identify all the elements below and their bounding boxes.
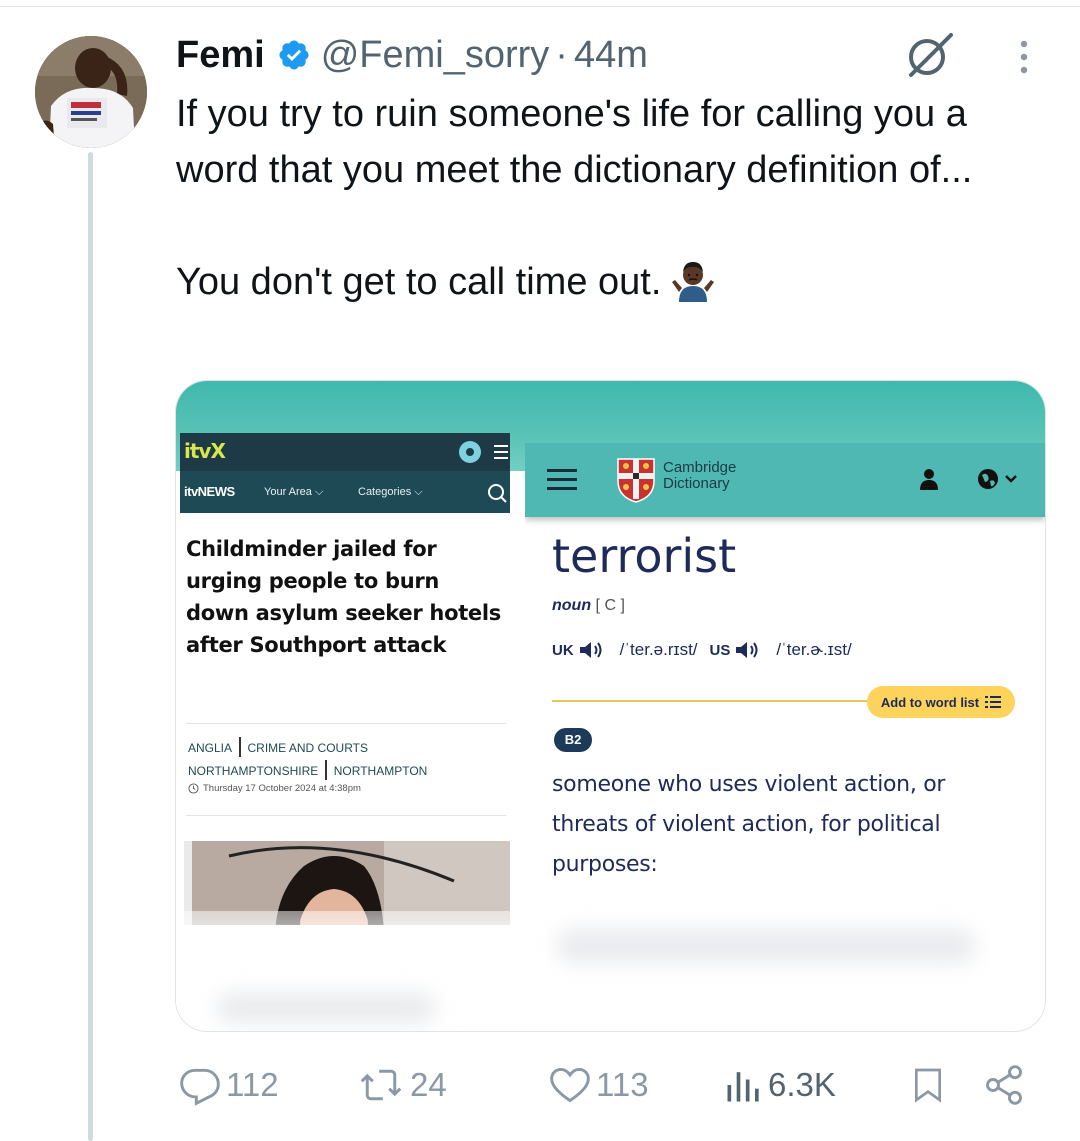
tweet-text-paragraph-1: If you try to ruin someone's life for ca… bbox=[176, 93, 973, 191]
tweet-text-paragraph-2: You don't get to call time out. bbox=[176, 254, 1056, 310]
speaker-icon bbox=[578, 639, 606, 661]
cambridge-top-bar: Cambridge Dictionary bbox=[525, 443, 1045, 517]
brand-line-1: Cambridge bbox=[663, 459, 737, 476]
thread-line bbox=[88, 152, 93, 1141]
level-badge: B2 bbox=[554, 728, 592, 752]
headword: terrorist bbox=[552, 529, 737, 583]
person-shrugging-emoji-icon bbox=[669, 256, 717, 304]
itv-nav-your-area: Your Area ⌵ bbox=[264, 486, 324, 498]
itv-top-bar: itvX bbox=[180, 433, 510, 471]
bookmark-button[interactable] bbox=[908, 1058, 950, 1112]
itv-tag: NORTHAMPTONSHIRE bbox=[188, 764, 319, 778]
author-name[interactable]: Femi bbox=[176, 34, 265, 77]
like-button[interactable]: 113 bbox=[546, 1058, 649, 1112]
globe-icon bbox=[976, 467, 1020, 491]
us-label: US bbox=[709, 641, 731, 659]
brand-line-2: Dictionary bbox=[663, 475, 730, 492]
reply-icon bbox=[180, 1068, 220, 1106]
grammar-code: [ C ] bbox=[595, 597, 625, 614]
itv-headline: Childminder jailed for urging people to … bbox=[186, 537, 501, 657]
heart-icon bbox=[550, 1067, 590, 1103]
views-button[interactable]: 6.3K bbox=[722, 1058, 836, 1112]
tweet-actions: 112 24 113 6.3K bbox=[176, 1058, 1046, 1112]
itv-account-icon bbox=[458, 440, 482, 464]
repost-count: 24 bbox=[410, 1066, 447, 1103]
avatar[interactable] bbox=[35, 36, 147, 148]
like-count: 113 bbox=[596, 1066, 649, 1103]
itv-news-screenshot: itvX itvNEWS Your Area ⌵ Categories ⌵ Ch… bbox=[180, 433, 510, 925]
itv-date-text: Thursday 17 October 2024 at 4:38pm bbox=[203, 783, 361, 794]
itv-tag: NORTHAMPTON bbox=[333, 764, 428, 778]
uk-ipa: /ˈter.ə.rɪst/ bbox=[619, 640, 698, 659]
verified-badge-icon bbox=[277, 38, 311, 72]
cambridge-brand: Cambridge Dictionary bbox=[663, 460, 736, 492]
itv-search-icon bbox=[486, 482, 508, 504]
section-rule bbox=[552, 700, 872, 702]
speaker-icon bbox=[734, 639, 762, 661]
pos-label: noun bbox=[552, 597, 592, 614]
user-icon bbox=[919, 468, 939, 490]
itv-news-logo: itvNEWS bbox=[184, 484, 235, 499]
definition-text: someone who uses violent action, or thre… bbox=[552, 772, 946, 877]
list-icon bbox=[985, 696, 1002, 708]
share-button[interactable] bbox=[982, 1058, 1028, 1112]
view-count: 6.3K bbox=[768, 1066, 836, 1103]
itv-tag: CRIME AND COURTS bbox=[247, 741, 368, 755]
grok-icon[interactable] bbox=[903, 29, 955, 81]
itv-divider bbox=[186, 815, 506, 816]
repost-icon bbox=[360, 1069, 402, 1101]
author-handle[interactable]: @Femi_sorry bbox=[321, 34, 550, 77]
part-of-speech: noun [ C ] bbox=[552, 597, 625, 615]
itv-news-nav: itvNEWS Your Area ⌵ Categories ⌵ bbox=[180, 471, 510, 513]
clock-icon bbox=[188, 783, 199, 794]
blurred-smudge bbox=[216, 993, 436, 1023]
us-ipa: /ˈter.ɚ.ɪst/ bbox=[776, 640, 852, 659]
itvx-logo: itvX bbox=[184, 439, 226, 463]
itv-tag: ANGLIA bbox=[188, 741, 233, 755]
add-to-word-list-button: Add to word list bbox=[867, 686, 1015, 718]
tweet-text-paragraph-2-text: You don't get to call time out. bbox=[176, 261, 662, 303]
top-divider bbox=[0, 6, 1080, 7]
itv-divider bbox=[186, 723, 506, 724]
itv-date: Thursday 17 October 2024 at 4:38pm bbox=[188, 783, 361, 794]
repost-button[interactable]: 24 bbox=[354, 1058, 447, 1112]
blurred-smudge bbox=[556, 929, 976, 963]
cambridge-crest-icon bbox=[616, 457, 656, 503]
add-to-word-list-label: Add to word list bbox=[880, 694, 980, 710]
tweet-header: Femi @Femi_sorry · 44m bbox=[176, 30, 648, 80]
reply-count: 112 bbox=[226, 1066, 279, 1103]
timestamp[interactable]: 44m bbox=[574, 34, 648, 77]
itv-nav-categories: Categories ⌵ bbox=[358, 486, 423, 498]
pronunciation-row: UK /ˈter.ə.rɪst/ US /ˈter.ɚ.ɪst/ bbox=[552, 639, 852, 661]
share-icon bbox=[986, 1065, 1022, 1105]
itv-tags: ANGLIA CRIME AND COURTS NORTHAMPTONSHIRE N… bbox=[188, 737, 427, 783]
itv-menu-icon bbox=[494, 443, 508, 461]
tweet-text: If you try to ruin someone's life for ca… bbox=[176, 86, 1056, 310]
reply-button[interactable]: 112 bbox=[176, 1058, 279, 1112]
hamburger-menu-icon bbox=[547, 468, 577, 492]
analytics-icon bbox=[727, 1072, 759, 1102]
more-options-icon[interactable] bbox=[1014, 38, 1034, 78]
cambridge-dictionary-screenshot: Cambridge Dictionary terrorist noun [ C … bbox=[525, 443, 1045, 925]
separator-dot: · bbox=[555, 33, 568, 76]
media-attachment[interactable]: itvX itvNEWS Your Area ⌵ Categories ⌵ Ch… bbox=[175, 380, 1046, 1032]
uk-label: UK bbox=[552, 641, 574, 659]
bookmark-icon bbox=[915, 1068, 941, 1103]
